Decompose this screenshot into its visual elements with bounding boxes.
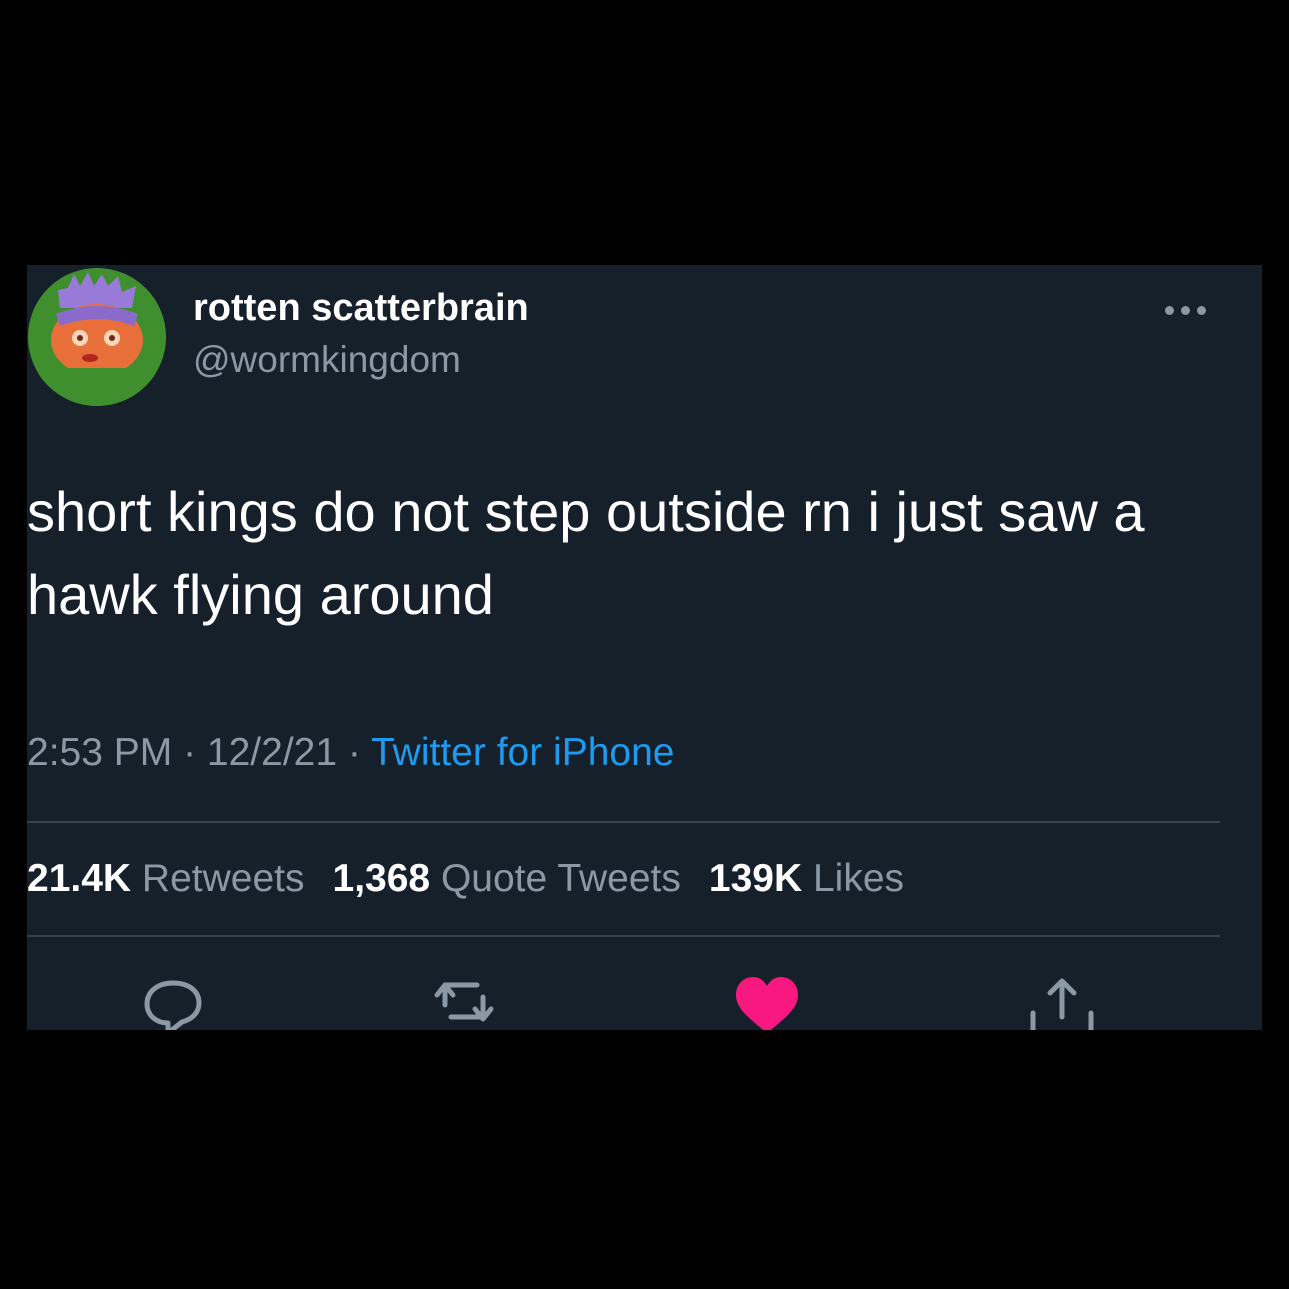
reply-button[interactable]	[138, 975, 208, 1030]
tweet-time[interactable]: 2:53 PM	[27, 731, 172, 774]
share-button[interactable]	[1027, 975, 1097, 1030]
avatar[interactable]	[28, 268, 166, 406]
quote-tweets-count: 1,368	[332, 857, 431, 900]
divider	[27, 935, 1220, 937]
reply-icon	[144, 980, 202, 1030]
quote-tweets-label: Quote Tweets	[440, 857, 681, 900]
tweet-stats: 21.4K Retweets 1,368 Quote Tweets 139K Lik…	[27, 857, 932, 901]
likes-count: 139K	[708, 857, 803, 900]
more-dot-icon	[1180, 305, 1190, 315]
retweet-button[interactable]	[429, 975, 499, 1030]
action-bar	[27, 975, 1262, 1030]
tweet-source-link[interactable]: Twitter for iPhone	[371, 731, 674, 774]
retweets-label: Retweets	[141, 857, 305, 900]
quote-tweets-stat[interactable]: 1,368 Quote Tweets	[333, 857, 681, 900]
handle[interactable]: @wormkingdom	[193, 339, 461, 381]
tweet-date[interactable]: 12/2/21	[207, 731, 337, 774]
retweets-stat[interactable]: 21.4K Retweets	[27, 857, 305, 900]
tweet-text: short kings do not step outside rn i jus…	[27, 480, 1145, 626]
meta-separator: ·	[172, 731, 207, 774]
avatar-image	[28, 268, 166, 406]
tweet-card: rotten scatterbrain @wormkingdom short k…	[27, 265, 1262, 1030]
more-dot-icon	[1196, 305, 1206, 315]
share-icon	[1030, 978, 1094, 1030]
more-options-button[interactable]	[1155, 295, 1215, 325]
more-dot-icon	[1164, 305, 1174, 315]
meta-separator: ·	[337, 731, 372, 774]
tweet-meta: 2:53 PM · 12/2/21 · Twitter for iPhone	[27, 731, 674, 775]
display-name[interactable]: rotten scatterbrain	[193, 287, 529, 330]
divider	[27, 821, 1220, 823]
likes-label: Likes	[812, 857, 905, 900]
retweets-count: 21.4K	[27, 857, 132, 900]
like-icon	[736, 977, 798, 1030]
likes-stat[interactable]: 139K Likes	[709, 857, 904, 900]
retweet-icon	[434, 982, 494, 1022]
like-button[interactable]	[732, 975, 802, 1030]
